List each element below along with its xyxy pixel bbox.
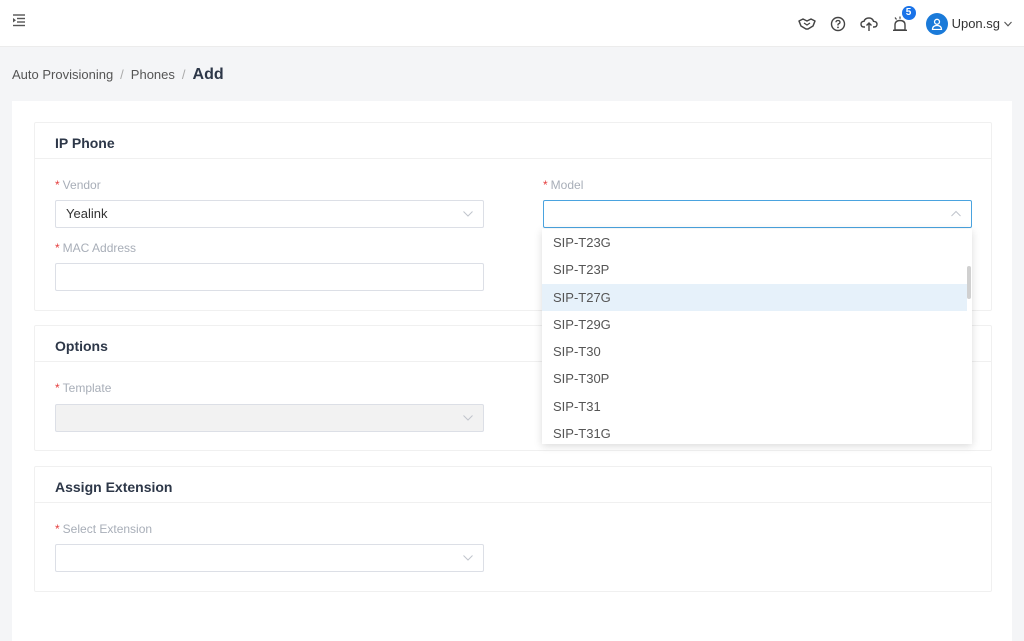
breadcrumb-phones[interactable]: Phones bbox=[131, 67, 175, 82]
chevron-down-icon bbox=[463, 211, 473, 217]
alarm-bell-icon[interactable]: 5 bbox=[891, 5, 916, 33]
header-actions: 5 Upon.sg bbox=[797, 0, 1024, 47]
template-select[interactable] bbox=[55, 404, 484, 432]
model-option[interactable]: SIP-T31 bbox=[542, 393, 967, 420]
vendor-select[interactable]: Yealink bbox=[55, 200, 484, 228]
model-option[interactable]: SIP-T30 bbox=[542, 338, 967, 365]
handshake-icon[interactable] bbox=[797, 15, 816, 33]
breadcrumb-separator: / bbox=[181, 67, 186, 82]
avatar[interactable] bbox=[925, 12, 948, 35]
chevron-down-icon bbox=[463, 415, 473, 421]
vendor-label: * Vendor bbox=[55, 178, 101, 192]
model-label: * Model bbox=[543, 178, 584, 192]
template-label: * Template bbox=[55, 381, 112, 395]
chevron-down-icon[interactable] bbox=[1004, 21, 1012, 27]
user-icon bbox=[931, 18, 942, 30]
select-extension-label: * Select Extension bbox=[55, 522, 153, 536]
notification-badge: 5 bbox=[901, 5, 916, 20]
model-option[interactable]: SIP-T29G bbox=[542, 311, 967, 338]
section-title: IP Phone bbox=[35, 123, 991, 159]
assign-extension-card: Assign Extension * Select Extension bbox=[34, 466, 992, 592]
model-option[interactable]: SIP-T31G bbox=[542, 420, 967, 444]
cloud-upload-icon[interactable] bbox=[859, 15, 878, 33]
model-option[interactable]: SIP-T30P bbox=[542, 365, 967, 392]
chevron-down-icon bbox=[463, 555, 473, 561]
model-dropdown: SIP-T23G SIP-T23P SIP-T27G SIP-T29G SIP-… bbox=[542, 229, 972, 444]
vendor-value: Yealink bbox=[66, 206, 108, 221]
dropdown-scrollbar[interactable] bbox=[967, 266, 971, 299]
model-option[interactable]: SIP-T27G bbox=[542, 283, 967, 311]
mac-address-input[interactable] bbox=[55, 263, 484, 291]
model-select[interactable] bbox=[543, 200, 972, 228]
breadcrumb-separator: / bbox=[120, 67, 124, 82]
model-option[interactable]: SIP-T23G bbox=[542, 229, 967, 256]
mac-address-label: * MAC Address bbox=[55, 241, 137, 255]
chevron-up-icon bbox=[951, 210, 961, 217]
page-title: Add bbox=[192, 66, 224, 83]
extension-select[interactable] bbox=[55, 544, 484, 572]
menu-fold-icon[interactable] bbox=[11, 12, 27, 28]
user-name[interactable]: Upon.sg bbox=[952, 16, 1000, 31]
section-title: Assign Extension bbox=[35, 467, 991, 503]
breadcrumb: Auto Provisioning / Phones / Add bbox=[12, 66, 224, 84]
breadcrumb-auto-provisioning[interactable]: Auto Provisioning bbox=[12, 67, 113, 82]
help-circle-icon[interactable] bbox=[829, 15, 847, 33]
top-bar: 5 Upon.sg bbox=[0, 0, 1024, 47]
model-option[interactable]: SIP-T23P bbox=[542, 256, 967, 283]
